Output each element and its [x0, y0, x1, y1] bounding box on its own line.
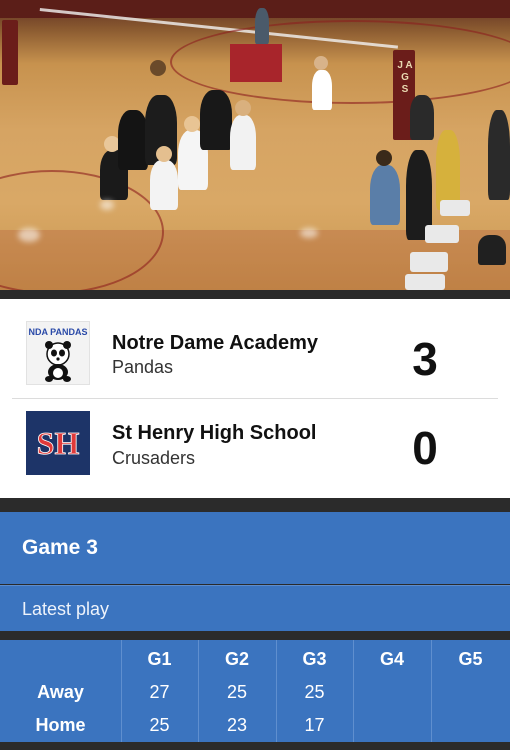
- chair: [405, 274, 445, 290]
- player: [200, 90, 232, 150]
- pole-label: J A G S: [397, 60, 413, 95]
- away-team-mascot: Pandas: [112, 357, 174, 377]
- chair: [440, 200, 470, 216]
- linescore-away-g2: 25: [226, 682, 248, 702]
- linescore-home-g1: 25: [149, 715, 170, 735]
- player-head: [235, 100, 251, 116]
- player-head: [156, 146, 172, 162]
- linescore-header-g5: G5: [458, 649, 483, 669]
- linescore-row-label-away: Away: [37, 682, 84, 702]
- home-team-name: St Henry High School: [112, 422, 317, 444]
- linescore-table: G1 G2 G3 G4 G5 Away 27 25 25 Home 25 23 …: [0, 640, 510, 742]
- home-team-row[interactable]: SH St Henry High School Crusaders 0: [0, 399, 510, 498]
- linescore-away-g5: [431, 676, 510, 708]
- linescore-home-g4: [353, 709, 431, 741]
- chair: [425, 225, 459, 243]
- section-separator: [0, 631, 510, 640]
- equipment-bag: [478, 235, 506, 265]
- player: [230, 115, 256, 170]
- player: [118, 110, 148, 170]
- scoreboard-card: NDA PANDAS Notre Dame Academy Pandas 3 S…: [0, 299, 510, 498]
- linescore-away-g4: [353, 676, 431, 708]
- home-team-logo: SH: [26, 411, 90, 475]
- spectator: [488, 110, 510, 200]
- player-head: [150, 60, 166, 76]
- home-team-mascot: Crusaders: [112, 448, 196, 468]
- svg-text:SH: SH: [37, 425, 80, 461]
- spectator: [370, 165, 400, 225]
- game-header[interactable]: Game 3: [0, 512, 510, 584]
- svg-text:NDA PANDAS: NDA PANDAS: [28, 327, 87, 337]
- trophy-stand: [230, 44, 282, 82]
- linescore-header-g1: G1: [147, 649, 172, 669]
- floor-glare: [18, 228, 40, 242]
- official: [255, 8, 269, 44]
- sh-logo-icon: SH: [26, 411, 90, 475]
- spectator: [436, 130, 460, 210]
- bottom-bar: [0, 742, 510, 750]
- linescore-away-g3: 25: [304, 682, 325, 702]
- latest-play-label: Latest play: [22, 599, 110, 619]
- camera-operator: [410, 95, 434, 140]
- player: [150, 160, 178, 210]
- linescore-home-g3: 17: [304, 715, 325, 735]
- game-photo: J A G S: [0, 0, 510, 290]
- linescore-row-label-home: Home: [35, 715, 86, 735]
- away-team-logo: NDA PANDAS: [26, 321, 90, 385]
- away-team-score: 3: [412, 333, 438, 385]
- left-pole: [2, 20, 18, 85]
- panda-logo-icon: NDA PANDAS: [28, 327, 88, 382]
- floor-glare: [100, 200, 114, 210]
- photographer-head: [314, 56, 328, 70]
- home-team-score: 0: [412, 422, 438, 474]
- game-title: Game 3: [22, 536, 98, 559]
- latest-play-row[interactable]: Latest play: [0, 585, 510, 632]
- away-team-name: Notre Dame Academy: [112, 332, 319, 354]
- linescore-header-g3: G3: [302, 649, 327, 669]
- linescore-home-g5: [431, 709, 510, 741]
- section-separator: [0, 498, 510, 512]
- linescore-header-g4: G4: [379, 649, 404, 669]
- linescore-away-g1: 27: [149, 682, 170, 702]
- photographer: [312, 70, 332, 110]
- linescore-header-g2: G2: [224, 649, 249, 669]
- linescore-home-g2: 23: [226, 715, 248, 735]
- floor-glare: [300, 228, 318, 238]
- chair: [410, 252, 448, 272]
- player-head: [184, 116, 200, 132]
- away-team-row[interactable]: NDA PANDAS Notre Dame Academy Pandas 3: [0, 299, 510, 398]
- spectator-head: [376, 150, 392, 166]
